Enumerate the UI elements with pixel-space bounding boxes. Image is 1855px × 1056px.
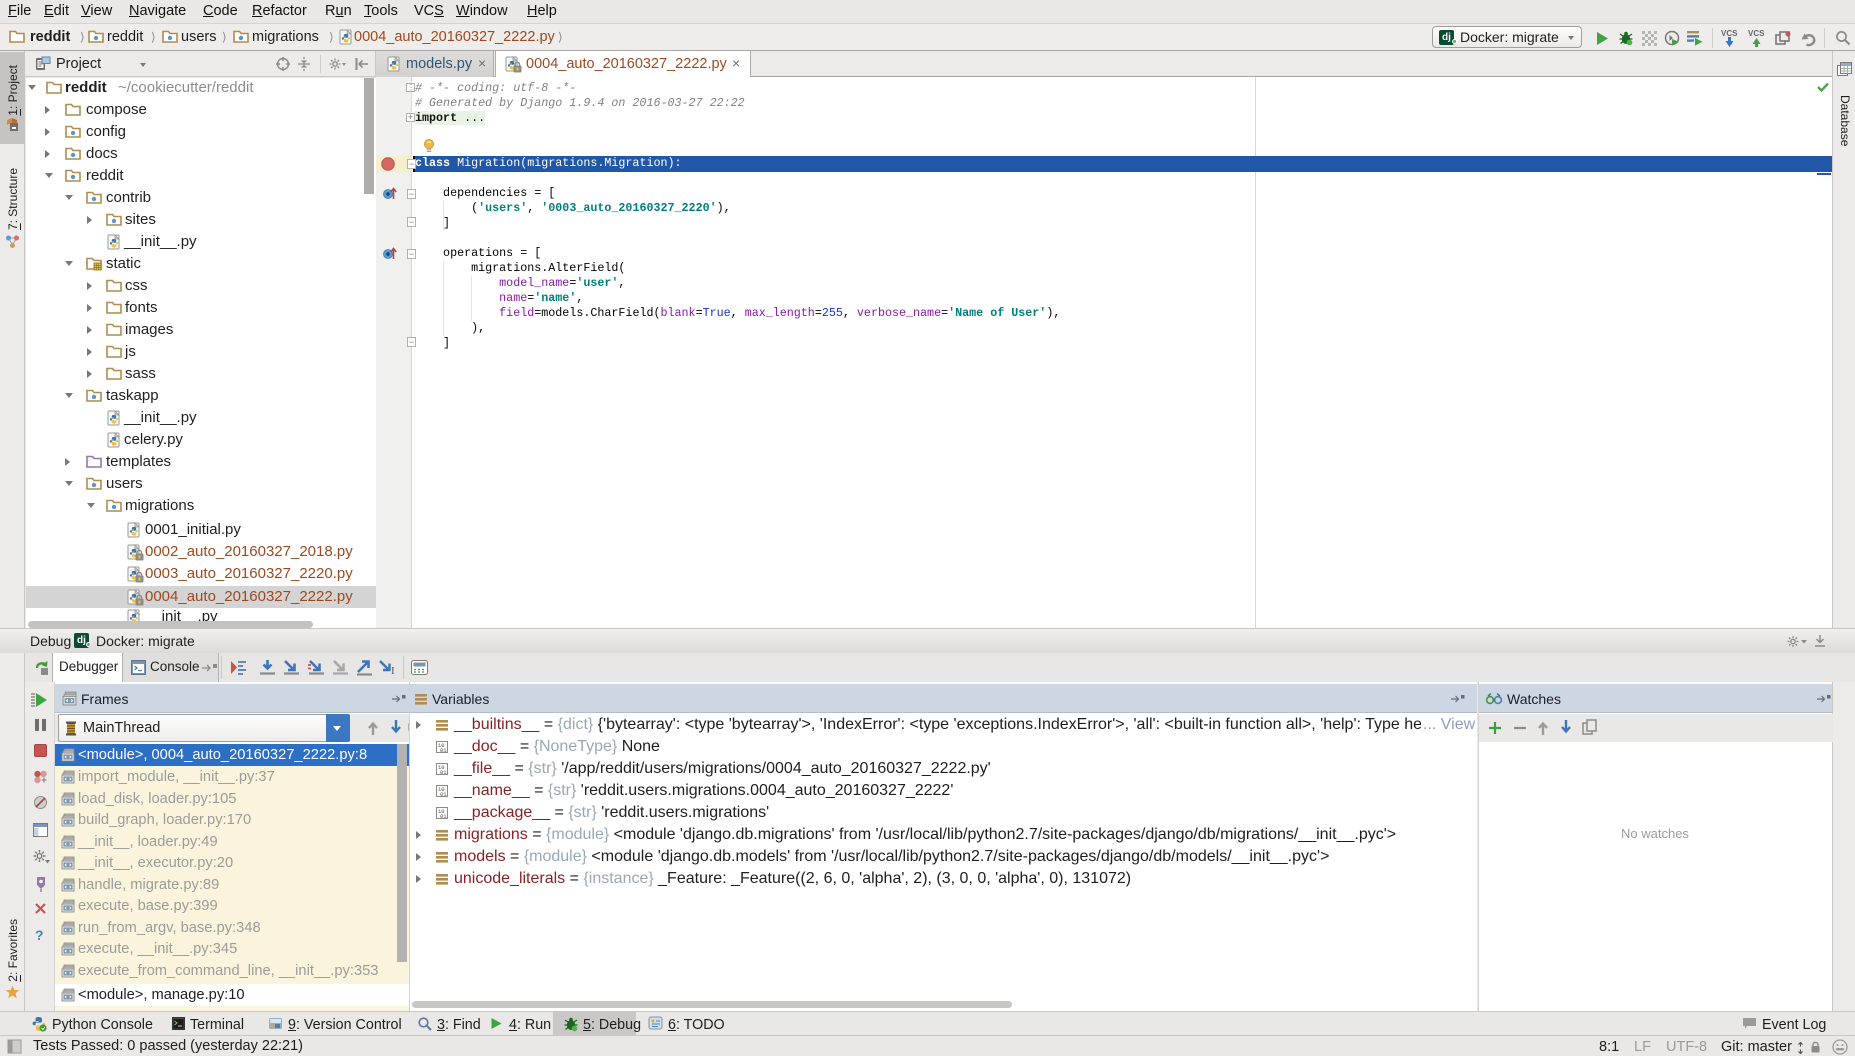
svg-text:VCS: VCS xyxy=(1748,29,1765,38)
svg-text:VCS: VCS xyxy=(1721,29,1738,38)
svg-text:I: I xyxy=(391,665,395,676)
